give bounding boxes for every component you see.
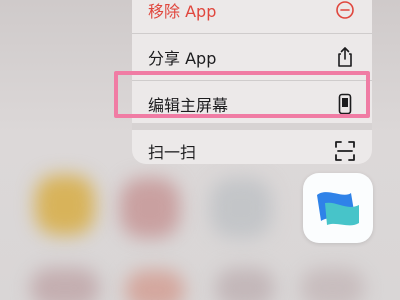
blurred-app-icon [215,268,275,300]
scan-label: 扫一扫 [148,142,197,162]
blurred-app-icon [125,270,185,300]
blurred-app-icon [35,175,95,235]
app-logo-icon [317,192,359,226]
remove-app-label: 移除 App [148,1,217,21]
scan-menu-item[interactable]: 扫一扫 [132,127,372,164]
share-app-label: 分享 App [148,48,217,68]
app-icon[interactable] [303,173,373,243]
blurred-app-icon [30,268,100,300]
blurred-app-icon [300,268,365,300]
scan-frame-icon [334,140,356,162]
minus-circle-icon [334,0,356,21]
highlight-box [114,71,370,118]
remove-app-menu-item[interactable]: 移除 App [132,0,372,33]
blurred-app-icon [210,178,272,238]
blurred-app-icon [120,178,180,238]
share-icon [334,46,356,68]
